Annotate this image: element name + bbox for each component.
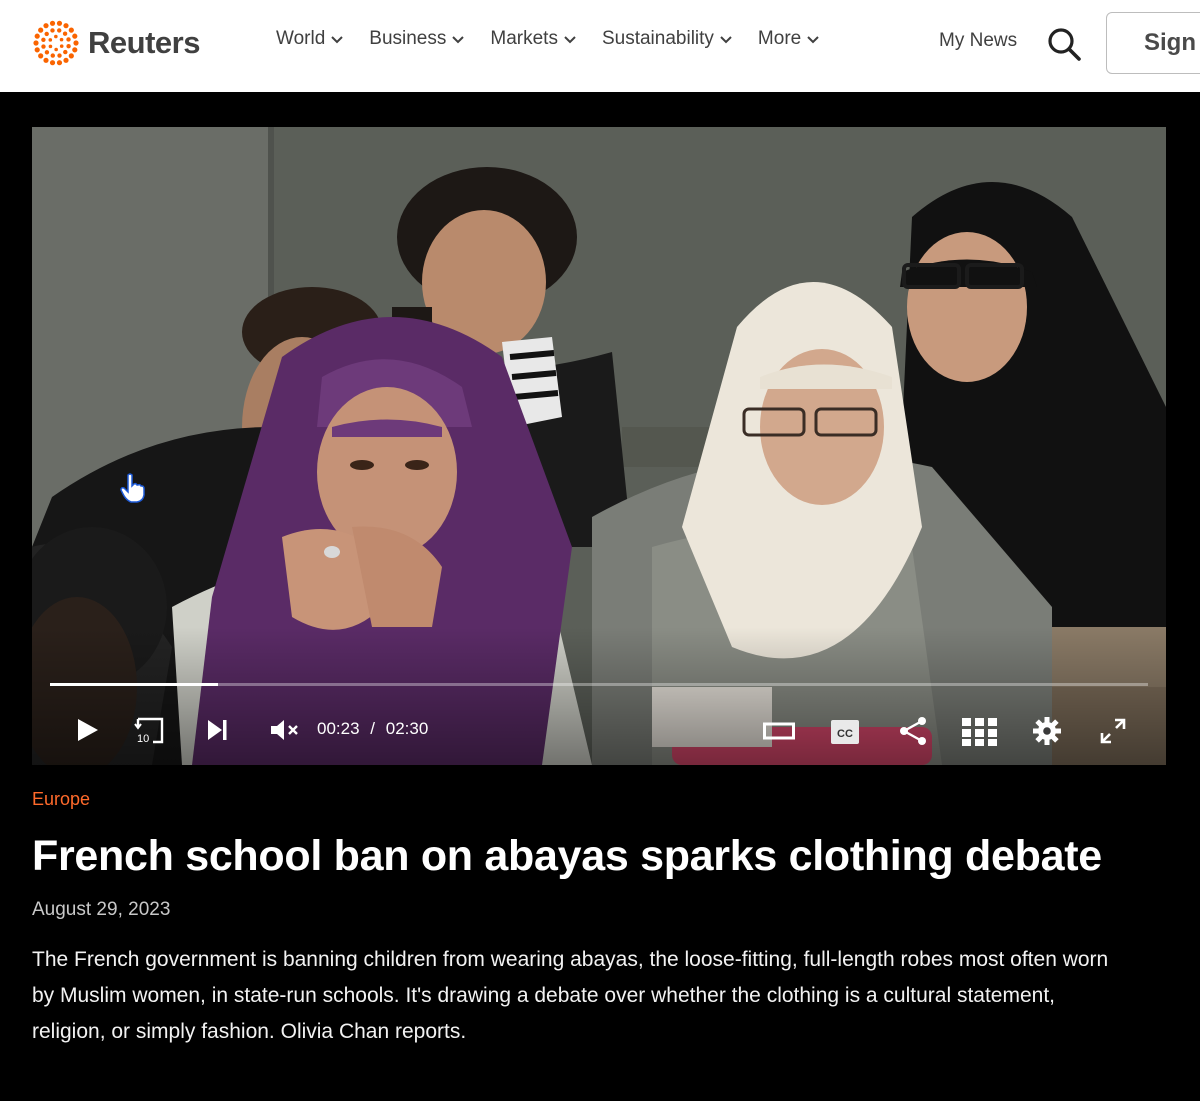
nav-item-business[interactable]: Business bbox=[369, 28, 466, 50]
chevron-down-icon bbox=[331, 36, 343, 44]
sign-in-button[interactable]: Sign bbox=[1106, 12, 1200, 74]
site-header: Reuters World Business Markets Sustainab… bbox=[0, 0, 1200, 92]
article-category-link[interactable]: Europe bbox=[32, 789, 90, 810]
video-time-display: 00:23 / 02:30 bbox=[317, 719, 428, 739]
share-icon bbox=[900, 717, 926, 745]
nav-item-sustainability[interactable]: Sustainability bbox=[602, 28, 734, 50]
share-button[interactable] bbox=[896, 713, 930, 749]
logo-dot bbox=[68, 53, 74, 59]
logo-dot bbox=[56, 20, 63, 26]
replay-10-icon: 10 bbox=[134, 717, 164, 745]
logo-dot bbox=[41, 37, 46, 42]
reuters-logo[interactable]: Reuters bbox=[32, 18, 200, 68]
chevron-down-icon bbox=[452, 36, 465, 44]
nav-item-more[interactable]: More bbox=[758, 28, 821, 50]
more-videos-button[interactable] bbox=[960, 715, 1000, 749]
hand-cursor-icon bbox=[120, 473, 145, 503]
play-icon bbox=[78, 719, 98, 741]
theater-mode-button[interactable] bbox=[760, 715, 798, 747]
nav-label: Sustainability bbox=[601, 28, 714, 49]
logo-dot bbox=[57, 28, 62, 33]
settings-icon bbox=[1033, 717, 1061, 745]
chevron-down-icon bbox=[720, 36, 732, 44]
logo-dot bbox=[50, 28, 55, 33]
logo-dot bbox=[62, 31, 68, 36]
logo-dot bbox=[43, 23, 49, 29]
logo-dot bbox=[59, 44, 64, 48]
skip-next-icon bbox=[208, 720, 227, 740]
nav-label: Markets bbox=[490, 28, 558, 49]
nav-item-markets[interactable]: Markets bbox=[490, 28, 578, 50]
search-button[interactable] bbox=[1044, 24, 1084, 64]
main-nav: World Business Markets Sustainability Mo… bbox=[276, 28, 845, 50]
video-player[interactable]: 10 00:23 / 02:30 CC bbox=[32, 127, 1166, 765]
logo-dot bbox=[48, 38, 53, 42]
logo-dot bbox=[41, 44, 46, 49]
chevron-down-icon bbox=[564, 36, 576, 44]
replay-10-button[interactable]: 10 bbox=[132, 713, 168, 747]
logo-dot bbox=[73, 40, 79, 46]
article-date: August 29, 2023 bbox=[32, 899, 171, 920]
fullscreen-button[interactable] bbox=[1096, 713, 1130, 749]
article-summary: The French government is banning childre… bbox=[32, 948, 1109, 1043]
play-button[interactable] bbox=[70, 713, 104, 747]
logo-dot bbox=[72, 47, 78, 53]
logo-dot bbox=[57, 53, 62, 58]
logo-dot bbox=[54, 47, 58, 52]
logo-dot bbox=[38, 27, 44, 33]
nav-label: Business bbox=[369, 28, 447, 49]
time-separator: / bbox=[370, 719, 376, 738]
current-time: 00:23 bbox=[317, 719, 360, 738]
reuters-logo-icon bbox=[33, 20, 79, 66]
logo-dot bbox=[34, 47, 40, 53]
logo-dot bbox=[43, 57, 49, 63]
logo-dot bbox=[49, 60, 56, 66]
theater-mode-icon bbox=[763, 722, 795, 740]
mute-button[interactable] bbox=[266, 713, 304, 747]
logo-dot bbox=[34, 33, 40, 39]
logo-dot bbox=[56, 60, 63, 66]
logo-dot bbox=[44, 50, 50, 55]
video-progress-fill bbox=[50, 683, 218, 686]
nav-label: World bbox=[276, 28, 326, 49]
logo-dot bbox=[44, 31, 49, 37]
my-news-link[interactable]: My News bbox=[939, 30, 1017, 52]
duration: 02:30 bbox=[385, 719, 429, 738]
logo-wordmark: Reuters bbox=[88, 25, 200, 60]
video-progress-bar[interactable] bbox=[50, 683, 1148, 686]
cc-label: CC bbox=[837, 728, 853, 740]
logo-dot bbox=[68, 27, 74, 33]
nav-item-world[interactable]: World bbox=[276, 28, 345, 50]
search-icon bbox=[1048, 28, 1081, 61]
video-frame bbox=[32, 127, 1166, 765]
chevron-down-icon bbox=[807, 36, 819, 44]
logo-dot bbox=[33, 40, 39, 46]
logo-dot bbox=[72, 33, 78, 39]
logo-dot bbox=[63, 49, 68, 55]
fullscreen-icon bbox=[1100, 718, 1126, 744]
grid-icon bbox=[962, 718, 997, 746]
nav-label: More bbox=[757, 28, 802, 49]
logo-dot bbox=[38, 53, 44, 59]
skip-next-button[interactable] bbox=[200, 713, 234, 747]
mute-icon bbox=[271, 720, 298, 740]
article-title: French school ban on abayas sparks cloth… bbox=[32, 832, 1102, 880]
logo-dot bbox=[63, 23, 69, 29]
logo-dot bbox=[48, 44, 53, 49]
closed-captions-button[interactable]: CC bbox=[828, 717, 862, 747]
logo-dot bbox=[63, 57, 69, 63]
logo-dot bbox=[59, 37, 64, 42]
logo-dot bbox=[66, 44, 71, 49]
logo-dot bbox=[54, 34, 58, 39]
logo-dot bbox=[50, 53, 55, 58]
settings-button[interactable] bbox=[1030, 713, 1064, 749]
logo-dot bbox=[49, 20, 56, 26]
replay-seconds-label: 10 bbox=[137, 733, 149, 745]
logo-dot bbox=[66, 37, 71, 42]
closed-captions-icon: CC bbox=[831, 720, 859, 744]
